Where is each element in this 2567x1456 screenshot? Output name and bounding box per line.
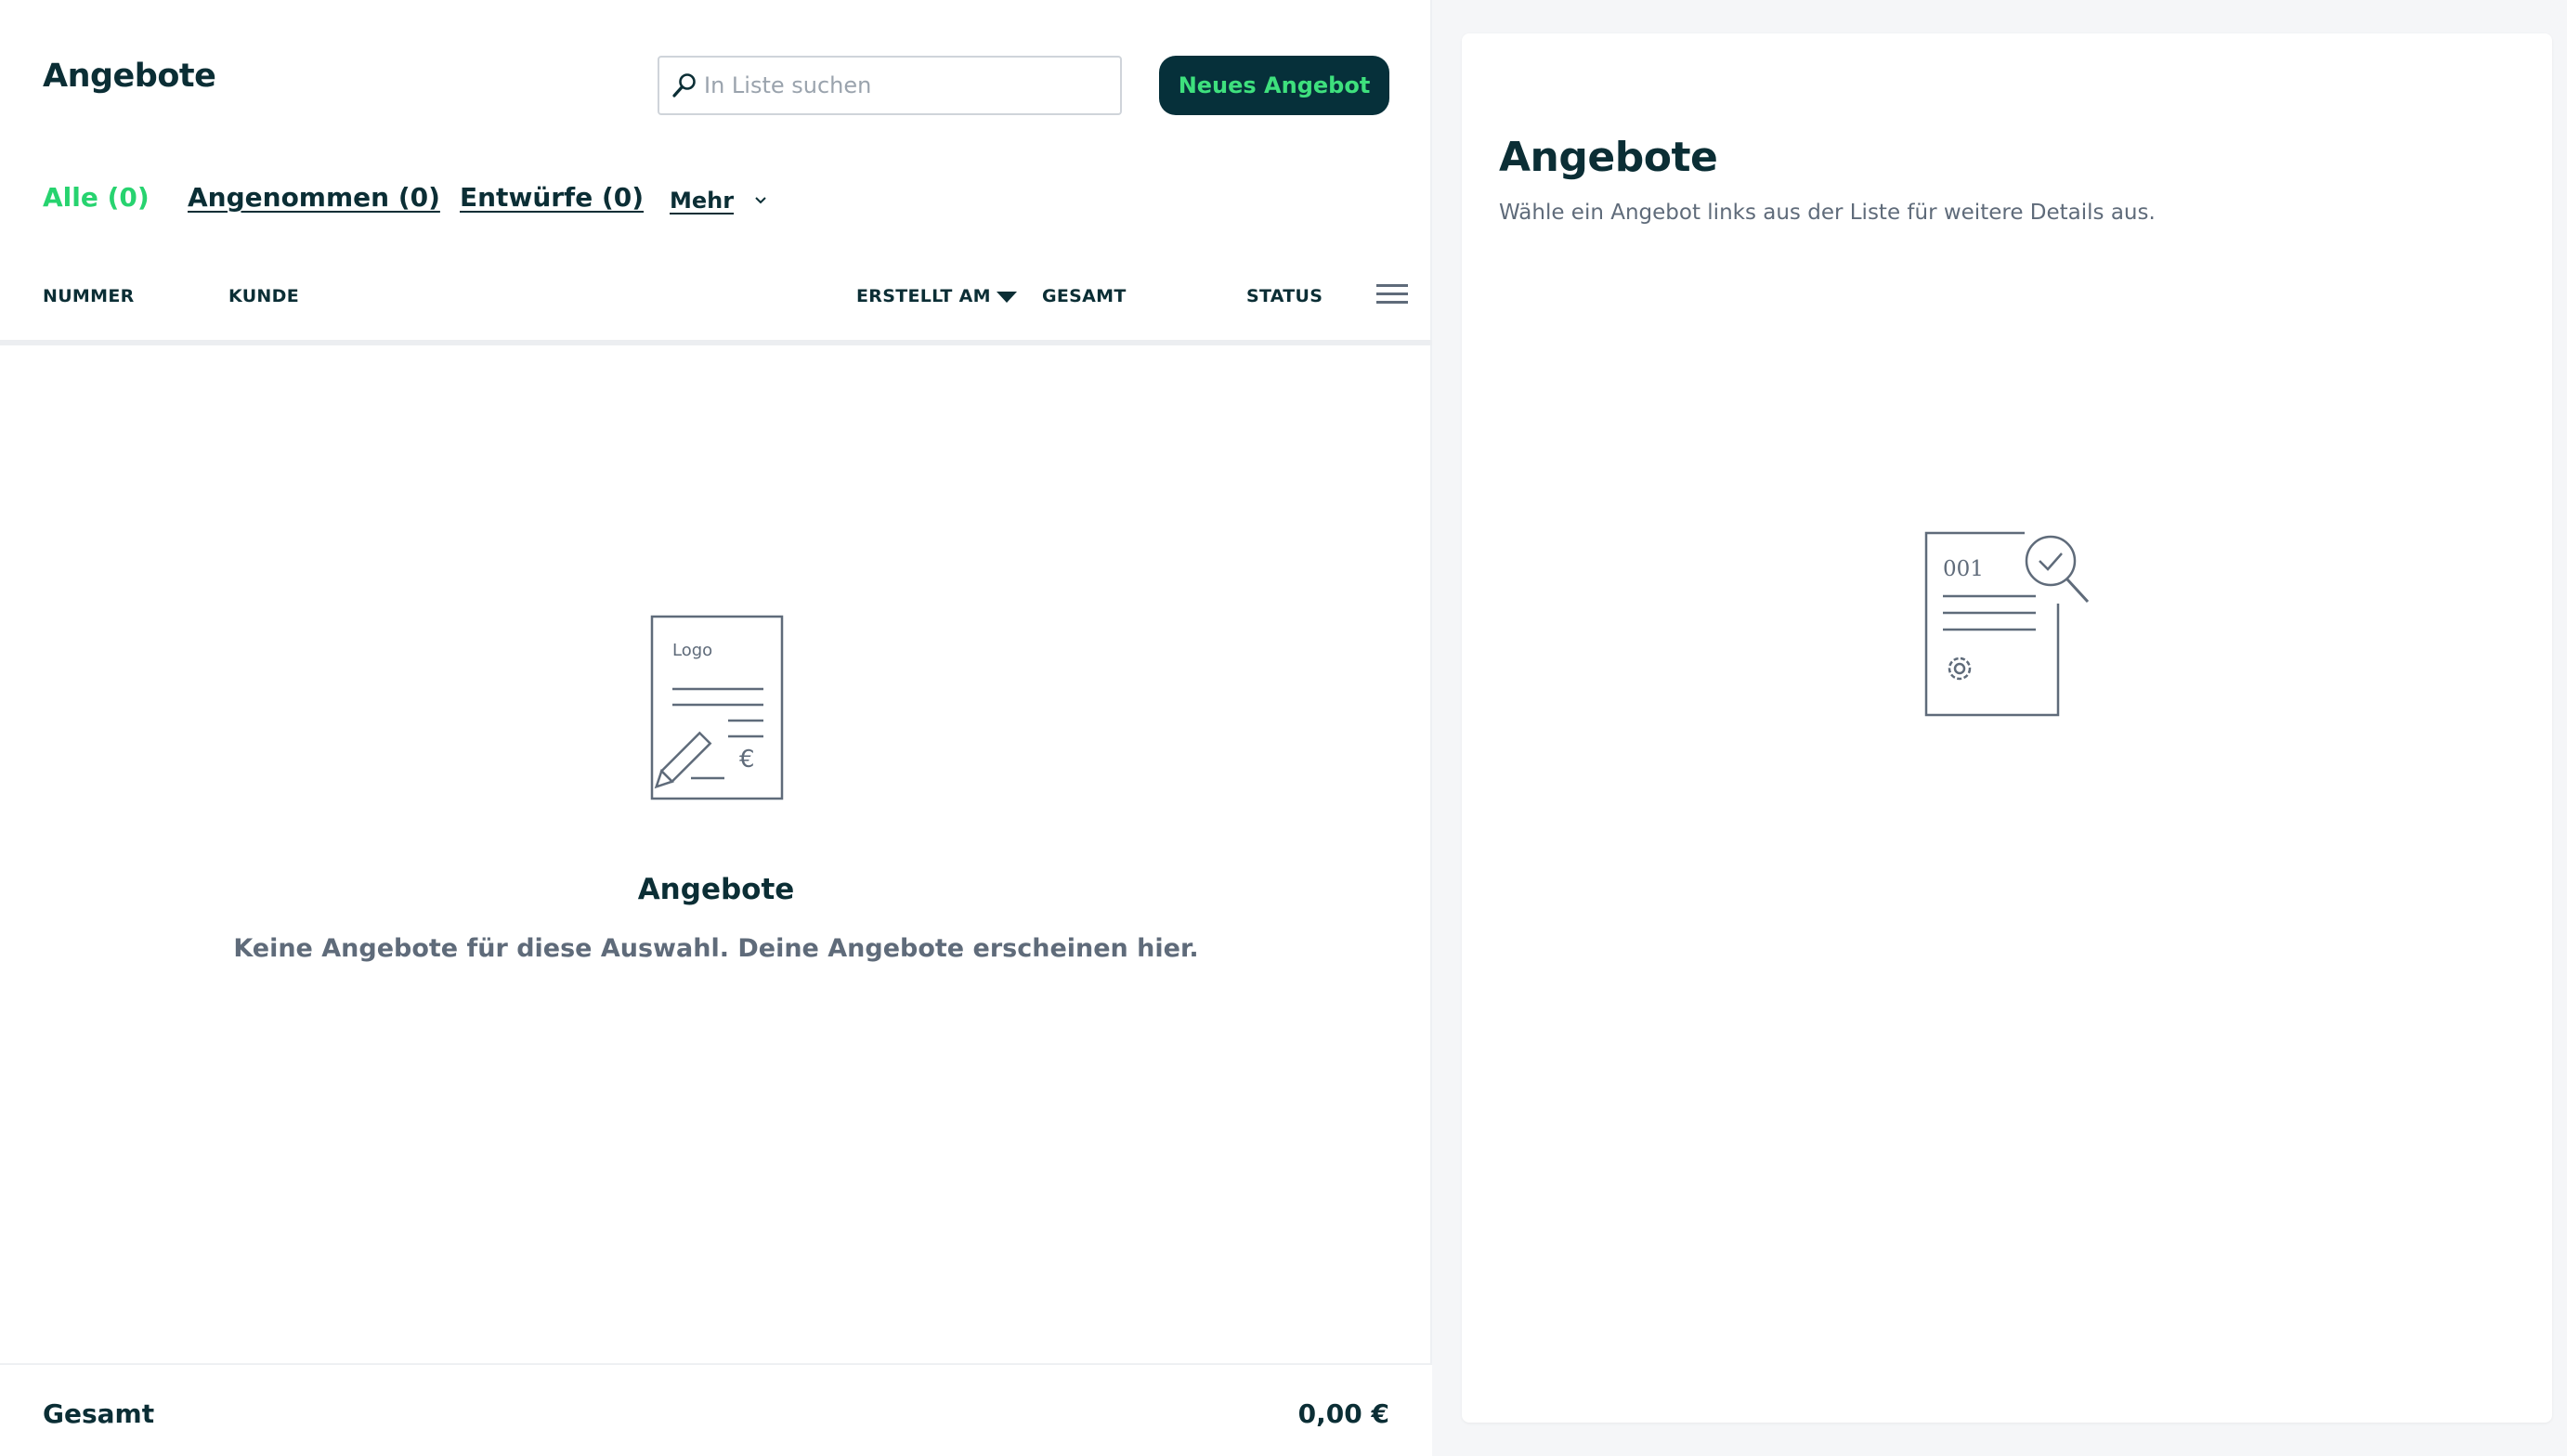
empty-state-title: Angebote — [637, 873, 795, 906]
illustration-currency: € — [739, 746, 755, 774]
tab-more[interactable]: Mehr — [670, 188, 769, 214]
detail-text: Wähle ein Angebot links aus der Liste fü… — [1499, 201, 2156, 225]
sort-desc-icon — [996, 291, 1017, 303]
tab-drafts[interactable]: Entwürfe (0) — [460, 182, 644, 213]
app: Angebote Neues Angebot Alle (0) Angenomm… — [0, 0, 2567, 1456]
hamburger-menu-icon[interactable] — [1376, 282, 1408, 306]
column-header-created[interactable]: ERSTELLT AM — [856, 286, 1017, 306]
empty-state-text: Keine Angebote für diese Auswahl. Deine … — [233, 934, 1199, 963]
illustration-logo-text: Logo — [672, 641, 712, 660]
illustration-number: 001 — [1943, 557, 1984, 581]
quote-document-illustration-icon: Logo € — [650, 615, 784, 800]
table-header: NUMMER KUNDE ERSTELLT AM GESAMT STATUS — [0, 279, 1432, 345]
search-box[interactable] — [658, 56, 1122, 115]
column-header-customer[interactable]: KUNDE — [228, 286, 299, 306]
tab-more-label: Mehr — [670, 188, 735, 214]
search-input[interactable] — [704, 72, 1113, 98]
tab-all[interactable]: Alle (0) — [43, 182, 150, 213]
detail-title: Angebote — [1499, 134, 1718, 181]
detail-pane: Angebote Wähle ein Angebot links aus der… — [1462, 33, 2552, 1423]
document-search-illustration-icon: 001 — [1924, 531, 2090, 717]
column-header-status[interactable]: STATUS — [1246, 286, 1323, 306]
total-bar: Gesamt 0,00 € — [0, 1363, 1432, 1456]
total-value: 0,00 € — [1297, 1398, 1389, 1429]
quote-list-pane: Angebote Neues Angebot Alle (0) Angenomm… — [0, 0, 1432, 1456]
column-header-created-label: ERSTELLT AM — [856, 286, 991, 306]
column-header-number[interactable]: NUMMER — [43, 286, 135, 306]
column-header-total[interactable]: GESAMT — [1042, 286, 1127, 306]
tab-accepted[interactable]: Angenommen (0) — [188, 182, 440, 213]
search-icon — [672, 73, 696, 98]
new-quote-button[interactable]: Neues Angebot — [1159, 56, 1389, 115]
total-label: Gesamt — [43, 1398, 155, 1429]
empty-state: Logo € Angebote Keine Angebote für diese… — [0, 613, 1432, 963]
page-title: Angebote — [43, 58, 216, 95]
chevron-down-icon — [755, 197, 766, 204]
